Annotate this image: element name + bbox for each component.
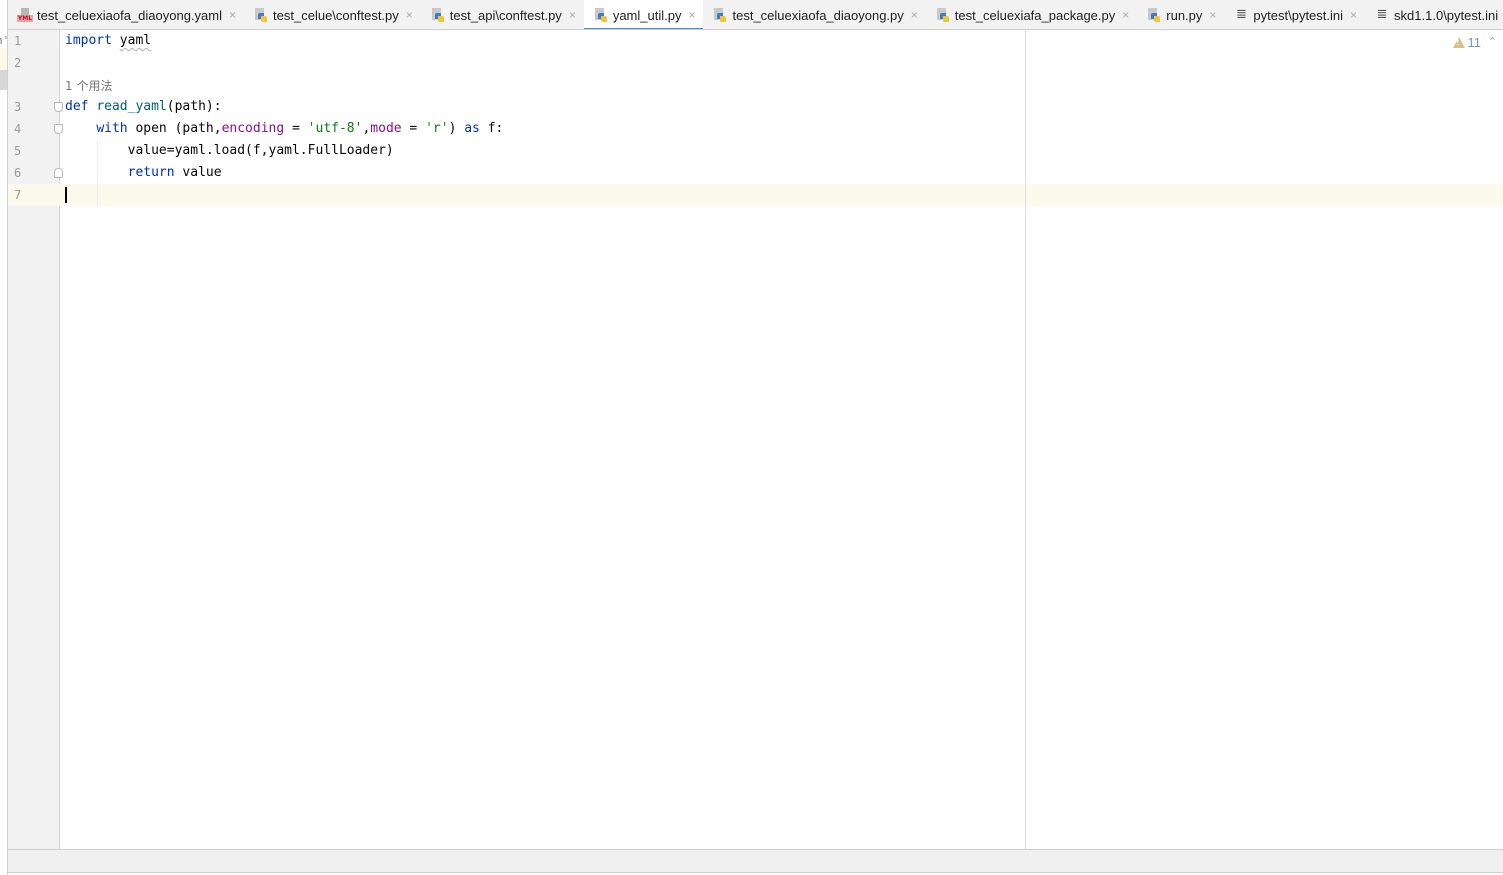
keyword-as: as — [464, 121, 480, 136]
close-icon[interactable]: × — [1350, 8, 1357, 22]
alias: f: — [479, 121, 504, 136]
text-caret — [65, 187, 67, 203]
python-file-icon — [593, 7, 609, 23]
line-number: 1 — [14, 34, 22, 48]
tab-test-celuexiaofa-diaoyong-py[interactable]: test_celuexiaofa_diaoyong.py × — [703, 0, 925, 29]
code-line-1: import yaml — [65, 30, 151, 52]
operator: = — [284, 121, 308, 136]
tab-test-celuexiafa-package-py[interactable]: test_celuexiafa_package.py × — [926, 0, 1137, 29]
string-literal: 'utf-8' — [307, 121, 363, 136]
current-line-highlight — [8, 184, 1503, 206]
fold-marker-icon[interactable] — [54, 102, 63, 112]
tab-label: test_api\conftest.py — [449, 7, 562, 23]
return-value: value — [174, 165, 222, 180]
tab-run-py[interactable]: run.py × — [1137, 0, 1224, 29]
keyword-return: return — [127, 165, 175, 180]
tab-label: run.py — [1166, 7, 1203, 23]
tab-label: pytest\pytest.ini — [1253, 7, 1344, 23]
right-margin-guide — [1025, 30, 1026, 849]
python-file-icon — [1146, 7, 1162, 23]
editor-tab-bar: YML test_celuexiaofa_diaoyong.yaml × tes… — [8, 0, 1503, 30]
strip-highlight — [0, 48, 7, 70]
line-number: 3 — [14, 100, 22, 114]
operator: = — [401, 121, 426, 136]
tab-skd-pytest-ini[interactable]: ≣ skd1.1.0\pytest.ini × — [1365, 0, 1503, 29]
kwarg-encoding: encoding — [221, 121, 285, 136]
python-file-icon — [935, 7, 951, 23]
line-number: 4 — [14, 122, 22, 136]
tab-test-celue-conftest-py[interactable]: test_celue\conftest.py × — [244, 0, 421, 29]
python-file-icon — [253, 7, 269, 23]
fold-marker-icon[interactable] — [54, 124, 63, 134]
code-line-3: def read_yaml(path): — [65, 96, 222, 118]
module-name: yaml — [119, 33, 152, 48]
code-line-5: value=yaml.load(f,yaml.FullLoader) — [65, 140, 394, 162]
keyword-import: import — [65, 33, 112, 48]
warning-icon — [1452, 37, 1465, 48]
close-icon[interactable]: × — [688, 8, 695, 22]
keyword-def: def — [65, 99, 89, 114]
line-number: 2 — [14, 56, 22, 70]
ini-file-icon: ≣ — [1235, 7, 1247, 22]
function-params: (path): — [166, 99, 222, 114]
tab-label: test_celuexiaofa_diaoyong.py — [732, 7, 904, 23]
strip-selection — [0, 70, 7, 90]
statement: value=yaml.load(f,yaml.FullLoader) — [127, 143, 394, 158]
line-number: 7 — [14, 188, 22, 202]
close-icon[interactable]: × — [911, 8, 918, 22]
tab-pytest-pytest-ini[interactable]: ≣ pytest\pytest.ini × — [1224, 0, 1365, 29]
usage-hint[interactable]: 1 个用法 — [65, 76, 112, 96]
tab-test-api-conftest-py[interactable]: test_api\conftest.py × — [421, 0, 584, 29]
python-file-icon — [430, 7, 446, 23]
kwarg-mode: mode — [370, 121, 402, 136]
code-line-6: return value — [65, 162, 222, 184]
code-line-4: with open (path,encoding = 'utf-8',mode … — [65, 118, 503, 140]
line-number: 5 — [14, 144, 22, 158]
close-icon[interactable]: × — [569, 8, 576, 22]
tab-label: test_celue\conftest.py — [273, 7, 399, 23]
args-open: (path, — [174, 121, 222, 136]
keyword-with: with — [96, 121, 128, 136]
inspections-widget[interactable]: 11 ⌃ — [1452, 35, 1497, 50]
warning-count: 11 — [1467, 35, 1482, 50]
left-tool-strip: n' — [0, 0, 9, 875]
tab-label: test_celuexiafa_package.py — [954, 7, 1116, 23]
ini-file-icon: ≣ — [1376, 7, 1388, 22]
line-number: 6 — [14, 166, 22, 180]
python-file-icon — [712, 7, 728, 23]
builtin-open: open — [135, 121, 167, 136]
tab-label: skd1.1.0\pytest.ini — [1394, 7, 1499, 23]
status-bar — [8, 849, 1503, 873]
tab-label: yaml_util.py — [612, 7, 682, 23]
close-icon[interactable]: × — [1209, 8, 1216, 22]
tab-test-celuexiaofa-diaoyong-yaml[interactable]: YML test_celuexiaofa_diaoyong.yaml × — [8, 0, 244, 29]
tab-label: test_celuexiaofa_diaoyong.yaml — [37, 7, 223, 23]
close-icon[interactable]: × — [406, 8, 413, 22]
tab-yaml-util-py[interactable]: yaml_util.py × — [583, 0, 704, 29]
close-icon[interactable]: × — [229, 8, 236, 22]
fold-end-marker-icon[interactable] — [54, 168, 63, 178]
chevron-up-icon[interactable]: ⌃ — [1488, 35, 1497, 48]
string-literal: 'r' — [425, 121, 449, 136]
function-name: read_yaml — [96, 99, 167, 114]
close-paren: ) — [448, 121, 465, 136]
yaml-file-icon: YML — [17, 7, 33, 23]
close-icon[interactable]: × — [1122, 8, 1129, 22]
